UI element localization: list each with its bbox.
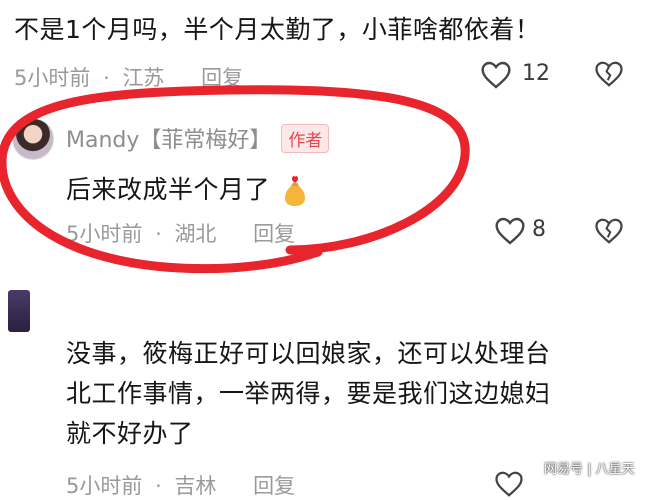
author-avatar[interactable]: [12, 118, 54, 160]
comment-3-meta: 5小时前 · 吉林 回复: [66, 470, 295, 500]
comment-3-line-1: 没事，筱梅正好可以回娘家，还可以处理台: [66, 339, 551, 368]
comment-2-text-content: 后来改成半个月了: [66, 175, 271, 204]
dislike-broken-heart-icon[interactable]: [594, 217, 624, 245]
comment-2-time: 5小时前: [66, 222, 143, 246]
comment-3-time: 5小时前: [66, 474, 143, 498]
comment-1-time: 5小时前: [14, 66, 91, 90]
author-name[interactable]: Mandy【菲常梅好】: [66, 122, 271, 154]
meta-separator: ·: [155, 222, 162, 246]
comment-3-text: 没事，筱梅正好可以回娘家，还可以处理台 北工作事情，一举两得，要是我们这边媳妇 …: [66, 334, 551, 454]
watermark: 网易号 | 八星天: [544, 462, 635, 477]
comment-3-line-3: 就不好办了: [66, 419, 194, 448]
comment-3-line-2: 北工作事情，一举两得，要是我们这边媳妇: [66, 379, 551, 408]
comment-2-like-button[interactable]: 8: [494, 214, 564, 248]
comment-2-like-count: 8: [532, 217, 546, 242]
meta-separator: ·: [155, 474, 162, 498]
commenter-avatar[interactable]: [8, 290, 30, 332]
heart-icon[interactable]: [494, 470, 524, 498]
comment-3-location: 吉林: [174, 474, 217, 498]
dislike-broken-heart-icon[interactable]: [594, 60, 624, 88]
comment-2-text: 后来改成半个月了: [66, 170, 310, 208]
comment-2-location: 湖北: [174, 222, 217, 246]
comment-1-like-button[interactable]: 12: [480, 58, 570, 92]
comment-2-reply-button[interactable]: 回复: [253, 222, 295, 246]
author-badge: 作者: [281, 123, 330, 153]
comment-1-text: 不是1个月吗，半个月太勤了，小菲啥都依着！: [14, 15, 541, 44]
comment-3-reply-button[interactable]: 回复: [253, 474, 295, 498]
comment-2-meta: 5小时前 · 湖北 回复: [66, 218, 295, 248]
comment-1-location: 江苏: [122, 66, 165, 90]
heart-icon: [481, 61, 511, 89]
comment-1-reply-button[interactable]: 回复: [201, 66, 243, 90]
money-bag-heart-emoji-icon: [285, 175, 306, 206]
comment-1-meta: 5小时前 · 江苏 回复: [14, 62, 243, 92]
comment-1-like-count: 12: [522, 61, 550, 86]
heart-icon: [495, 217, 525, 245]
meta-separator: ·: [103, 66, 110, 90]
author-header: Mandy【菲常梅好】 作者: [66, 122, 330, 154]
